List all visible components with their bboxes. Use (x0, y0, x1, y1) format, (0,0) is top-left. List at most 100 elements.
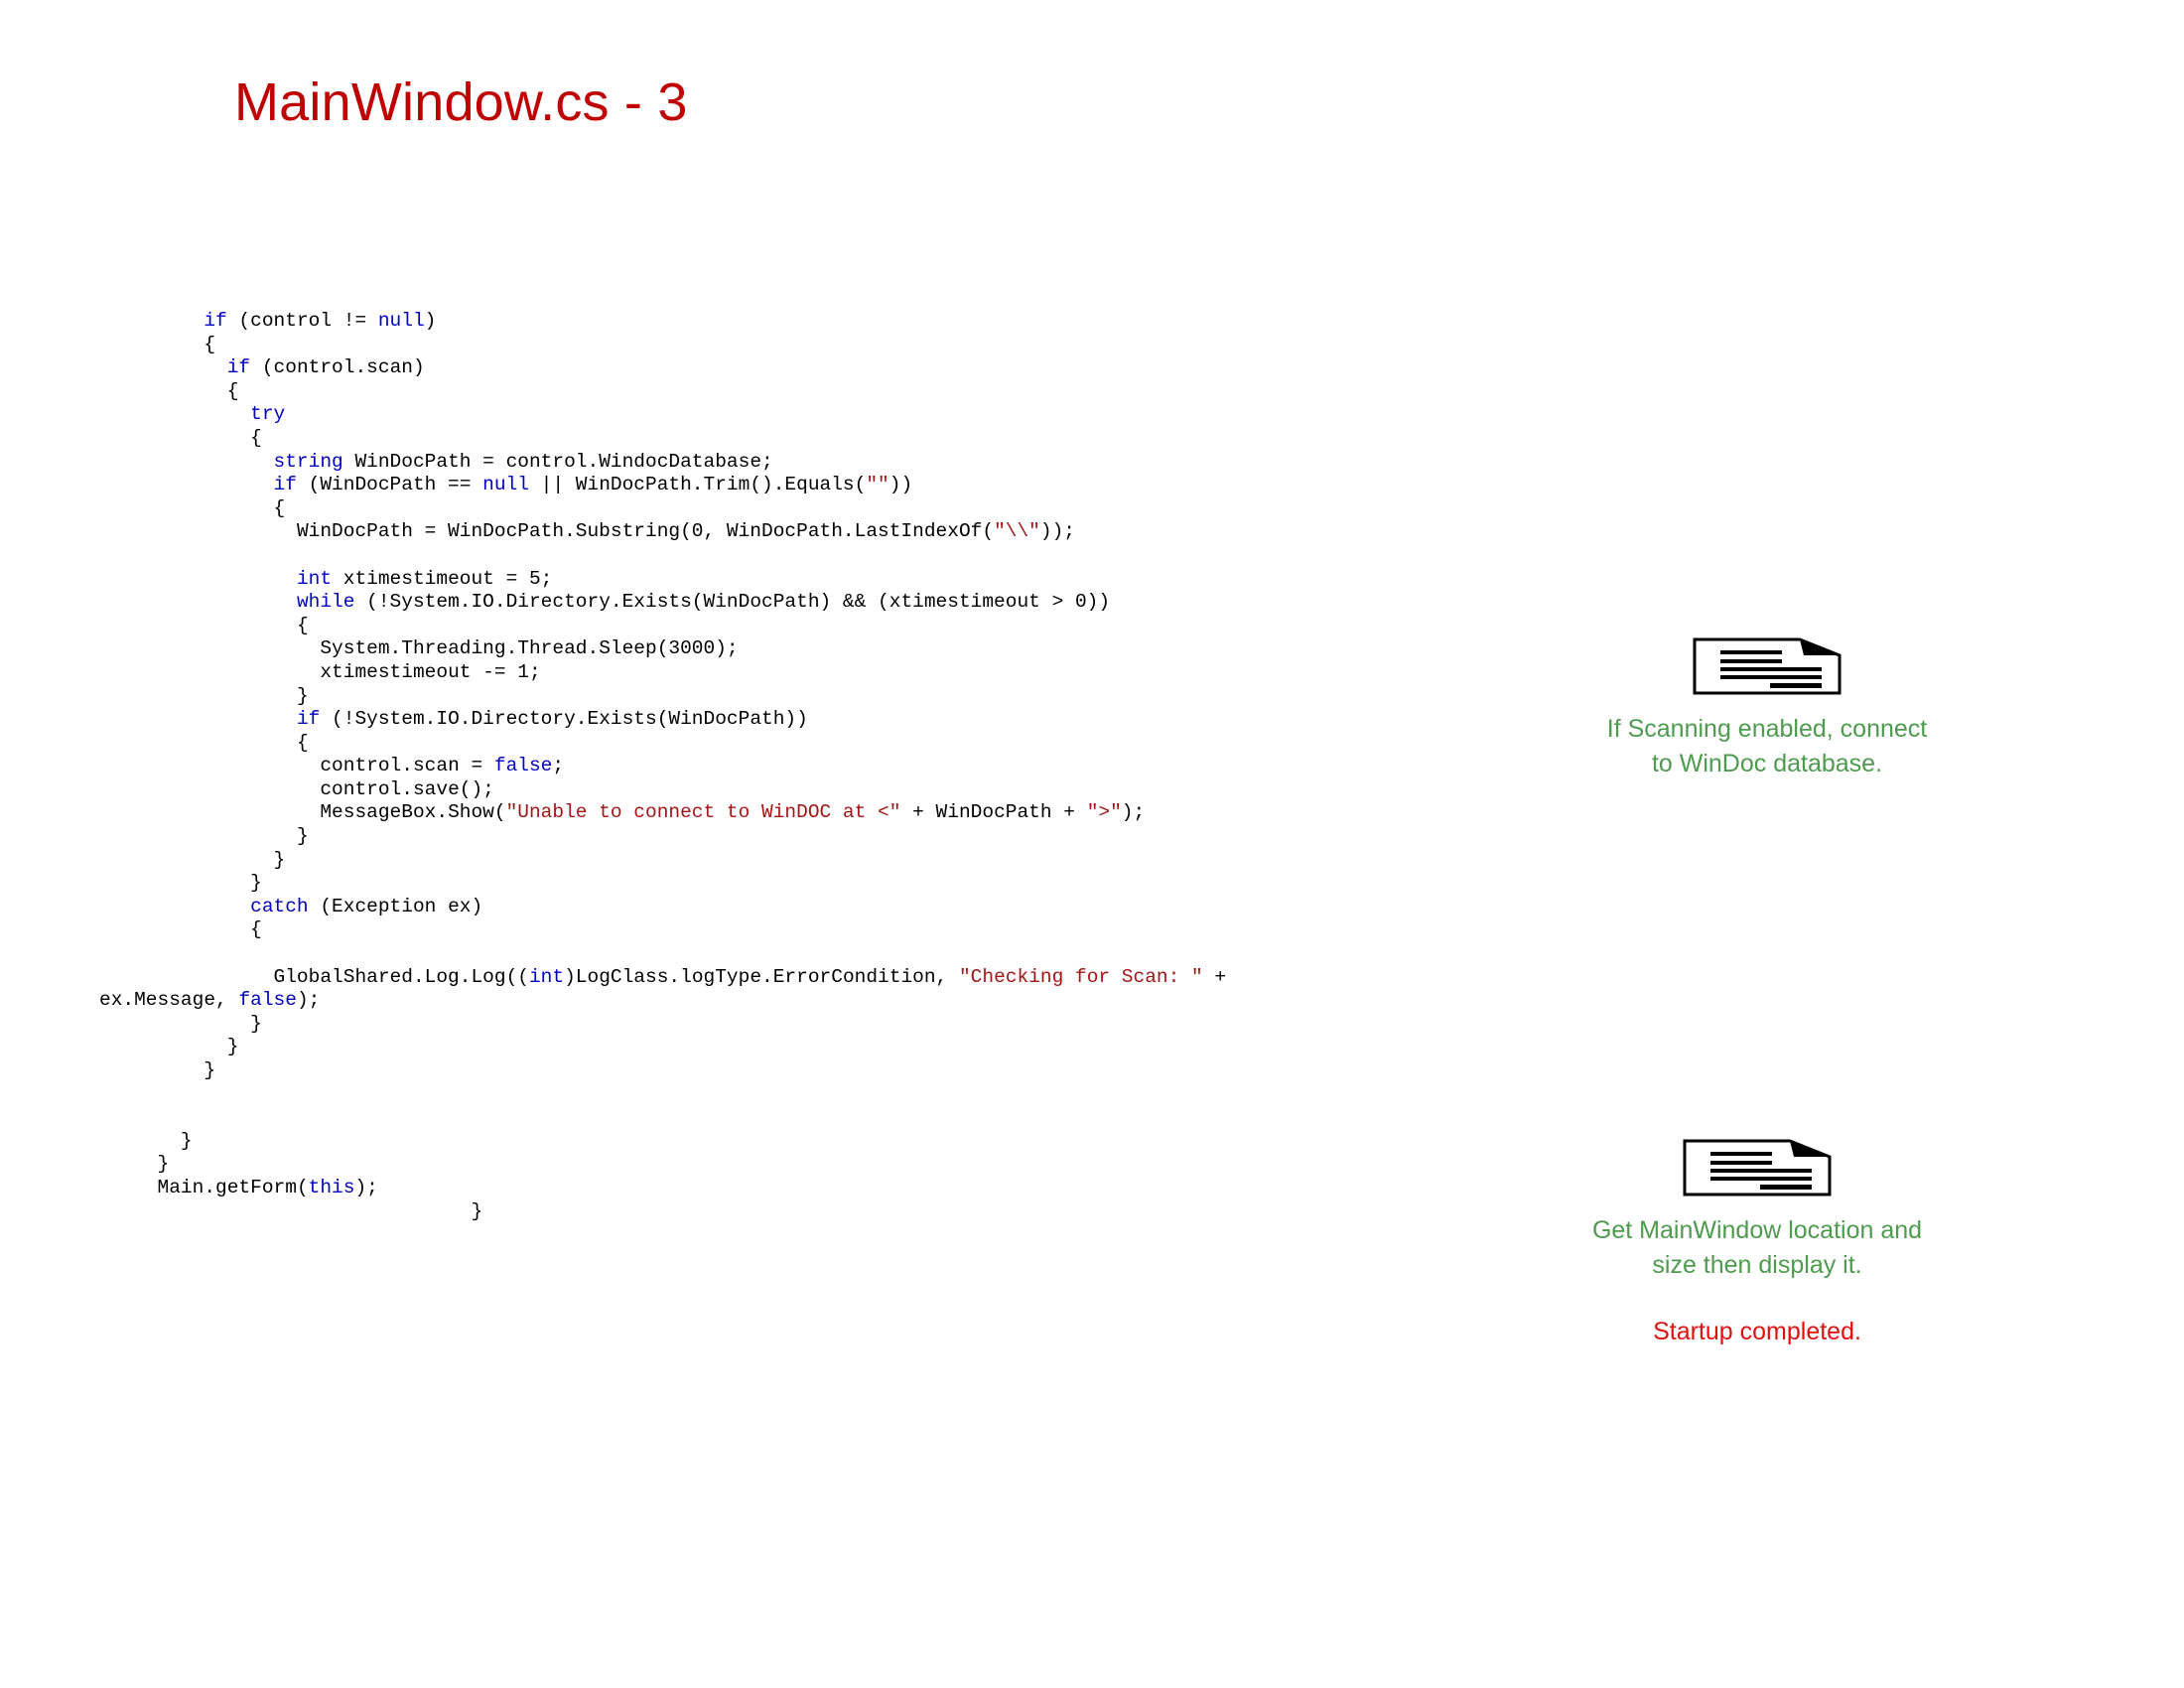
code-token: Main.getForm( (157, 1176, 309, 1198)
code-line: { (99, 615, 1539, 638)
code-token: } (471, 1199, 483, 1222)
code-token: string (273, 450, 343, 473)
code-token: (WinDocPath == (296, 474, 483, 496)
callout-status-text: Startup completed. (1653, 1318, 1861, 1345)
code-line: Main.getForm(this); (99, 1177, 1539, 1200)
code-token: } (250, 872, 262, 895)
callout-note-text: Get MainWindow location and size then di… (1591, 1216, 1923, 1279)
code-token: ">" (1086, 801, 1122, 824)
code-token: (control != (226, 310, 378, 332)
code-line: try (99, 403, 1539, 427)
code-token: (!System.IO.Directory.Exists(WinDocPath)… (354, 591, 1111, 614)
code-line: int xtimestimeout = 5; (99, 568, 1539, 592)
code-line: } (99, 1059, 1539, 1083)
code-token: + (1202, 965, 1227, 988)
code-line: { (99, 497, 1539, 521)
code-token: )LogClass.logType.ErrorCondition, (564, 965, 959, 988)
code-line: ex.Message, false); (99, 989, 1539, 1013)
code-token: || WinDocPath.Trim().Equals( (528, 474, 867, 496)
code-token: catch (250, 895, 309, 917)
code-token: { (296, 614, 309, 636)
code-token: } (180, 1129, 193, 1152)
code-token: (Exception ex) (308, 895, 483, 917)
callout-mainwindow-location: Get MainWindow location and size then di… (1569, 1137, 1946, 1349)
page-title: MainWindow.cs - 3 (234, 72, 688, 132)
code-token: (!System.IO.Directory.Exists(WinDocPath)… (320, 708, 808, 731)
code-line: { (99, 732, 1539, 756)
code-token: while (296, 591, 355, 614)
code-token: if (226, 356, 251, 379)
code-token: null (377, 310, 425, 332)
code-token: ; (552, 755, 565, 777)
code-token: } (157, 1153, 170, 1176)
code-token: "Unable to connect to WinDOC at <" (505, 801, 901, 824)
code-token: int (296, 567, 333, 590)
code-token: false (238, 989, 297, 1012)
code-line: if (control != null) (99, 310, 1539, 334)
code-token: if (296, 708, 321, 731)
code-line: if (!System.IO.Directory.Exists(WinDocPa… (99, 708, 1539, 732)
code-line: { (99, 918, 1539, 942)
code-token: System.Threading.Thread.Sleep(3000); (320, 637, 739, 660)
code-token: ); (296, 989, 321, 1012)
code-line: GlobalShared.Log.Log((int)LogClass.logTy… (99, 966, 1539, 990)
code-token: )); (1039, 520, 1075, 543)
code-line: MessageBox.Show("Unable to connect to Wi… (99, 801, 1539, 825)
code-token: "Checking for Scan: " (958, 965, 1203, 988)
code-token: ex.Message, (99, 989, 239, 1012)
code-token: xtimestimeout -= 1; (320, 660, 541, 683)
code-line: { (99, 380, 1539, 404)
code-token: WinDocPath = WinDocPath.Substring(0, Win… (296, 520, 995, 543)
code-token: this (308, 1176, 355, 1198)
code-token: if (204, 310, 227, 332)
code-token: MessageBox.Show( (320, 801, 506, 824)
code-token: (control.scan) (250, 356, 425, 379)
code-line: } (99, 872, 1539, 896)
callout-note-text: If Scanning enabled, connect to WinDoc d… (1606, 715, 1928, 777)
code-token: { (273, 496, 286, 519)
code-token: { (250, 426, 262, 449)
code-token: xtimestimeout = 5; (332, 567, 553, 590)
code-line: if (control.scan) (99, 356, 1539, 380)
callout-scanning-winDoc: If Scanning enabled, connect to WinDoc d… (1578, 635, 1956, 781)
code-token: try (250, 403, 286, 426)
code-line: WinDocPath = WinDocPath.Substring(0, Win… (99, 520, 1539, 544)
code-token: "" (866, 474, 889, 496)
code-line: { (99, 427, 1539, 451)
document-note-icon (1578, 635, 1956, 702)
code-line: } (99, 1200, 1539, 1224)
code-line: catch (Exception ex) (99, 896, 1539, 919)
code-line: control.save(); (99, 778, 1539, 802)
code-line: string WinDocPath = control.WindocDataba… (99, 451, 1539, 475)
code-token: )) (888, 474, 913, 496)
code-token: ); (354, 1176, 378, 1198)
code-token: { (250, 918, 262, 941)
code-token: ) (424, 310, 437, 332)
code-token: control.scan = (320, 755, 494, 777)
code-token: } (296, 684, 309, 707)
code-line: xtimestimeout -= 1; (99, 661, 1539, 685)
code-token: } (204, 1059, 216, 1081)
code-line: if (WinDocPath == null || WinDocPath.Tri… (99, 474, 1539, 497)
code-token: false (493, 755, 553, 777)
code-line: while (!System.IO.Directory.Exists(WinDo… (99, 591, 1539, 615)
code-token: } (273, 848, 286, 871)
code-token: } (296, 825, 309, 848)
code-line: } (99, 825, 1539, 849)
code-token: "\\" (994, 520, 1040, 543)
code-token: null (482, 474, 529, 496)
code-line: } (99, 1013, 1539, 1037)
code-token: int (528, 965, 565, 988)
code-token: } (226, 1036, 239, 1058)
code-line: } (99, 685, 1539, 709)
code-line: } (99, 1153, 1539, 1177)
code-token: { (226, 379, 239, 402)
code-token: WinDocPath = control.WindocDatabase; (342, 450, 773, 473)
code-token: GlobalShared.Log.Log(( (273, 965, 529, 988)
code-line: } (99, 1036, 1539, 1059)
code-line: } (99, 849, 1539, 873)
